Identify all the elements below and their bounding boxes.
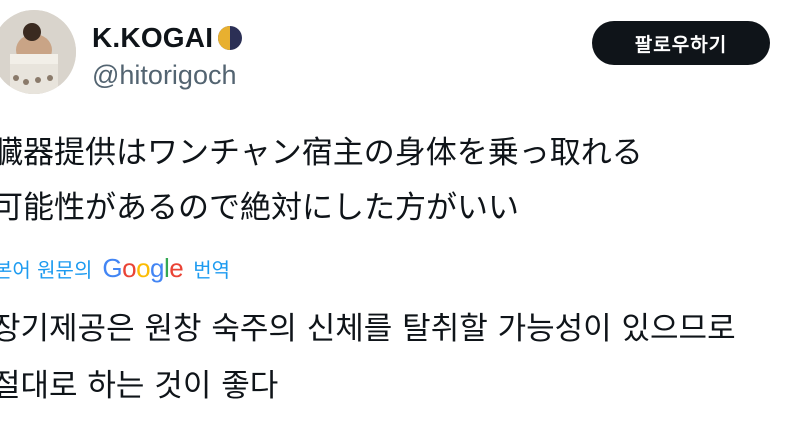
tweet-text-line: 臓器提供はワンチャン宿主の身体を乗っ取れる <box>0 135 643 171</box>
translate-prefix: 본어 원문의 <box>0 258 93 282</box>
moon-icon <box>217 25 243 51</box>
author-display-name[interactable]: K.KOGAI <box>92 22 213 54</box>
google-logo: Google <box>102 253 184 283</box>
translated-text-line: 장기제공은 원창 숙주의 신체를 탈취할 가능성이 있으므로 <box>0 311 736 347</box>
avatar[interactable] <box>0 10 76 94</box>
follow-button[interactable]: 팔로우하기 <box>592 21 770 65</box>
translate-suffix: 번역 <box>193 258 231 282</box>
author-name-row[interactable]: K.KOGAI <box>92 22 243 54</box>
tweet-text-line: 可能性があるので絶対にした方がいい <box>0 190 519 226</box>
translated-text-line: 절대로 하는 것이 좋다 <box>0 368 279 404</box>
translation-attribution[interactable]: 본어 원문의 Google 번역 <box>0 253 230 284</box>
avatar-image <box>0 10 76 94</box>
author-handle[interactable]: @hitorigoch <box>92 60 236 91</box>
